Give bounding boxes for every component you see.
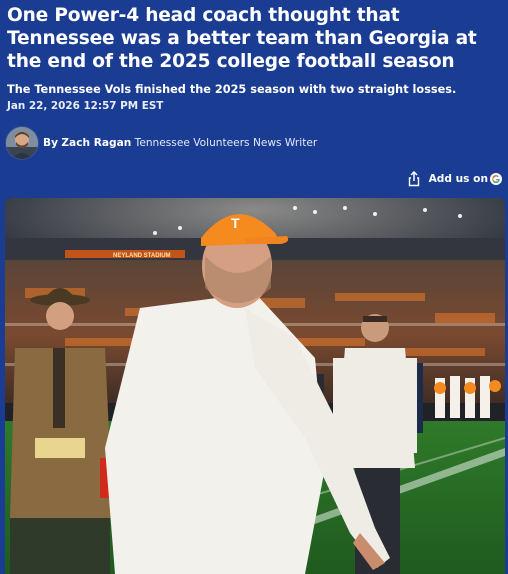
article-actions: Add us on bbox=[407, 170, 502, 188]
author-name-link[interactable]: Zach Ragan bbox=[61, 137, 131, 149]
publish-date: Jan 22, 2026 12:57 PM EST bbox=[7, 100, 164, 112]
author-avatar[interactable] bbox=[5, 126, 39, 160]
article-headline: One Power-4 head coach thought that Tenn… bbox=[7, 5, 477, 72]
author-role: Tennessee Volunteers News Writer bbox=[134, 137, 318, 149]
share-icon[interactable] bbox=[407, 170, 421, 187]
google-icon bbox=[490, 173, 502, 185]
byline: By Zach Ragan Tennessee Volunteers News … bbox=[5, 126, 317, 160]
photo-coach-on-field-icon: NEYLAND STADIUM T bbox=[5, 198, 505, 574]
stadium-sign-text: NEYLAND STADIUM bbox=[113, 253, 171, 259]
add-us-on-google-button[interactable]: Add us on bbox=[429, 173, 502, 185]
article-subheadline: The Tennessee Vols finished the 2025 sea… bbox=[7, 83, 457, 96]
add-us-label: Add us on bbox=[428, 173, 488, 185]
author-photo-icon bbox=[6, 127, 38, 159]
hero-image[interactable]: NEYLAND STADIUM T bbox=[5, 198, 505, 574]
byline-prefix: By bbox=[43, 137, 58, 149]
cap-logo-text: T bbox=[231, 215, 240, 231]
